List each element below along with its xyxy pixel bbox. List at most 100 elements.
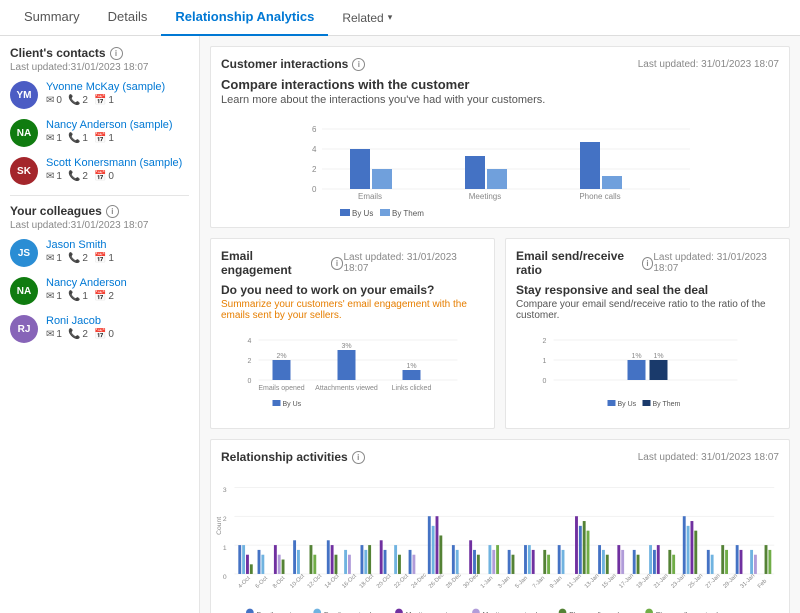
meeting-icon: 📅 — [94, 171, 106, 182]
svg-text:1-Jan: 1-Jan — [480, 575, 494, 589]
phone-icon: 📞 — [68, 253, 80, 264]
email-send-receive-subdesc: Compare your email send/receive ratio to… — [516, 299, 779, 321]
svg-text:0: 0 — [543, 378, 547, 385]
email-engagement-chart: 4 2 0 2% Emails opened 3% Attachments vi… — [221, 325, 484, 415]
relationship-activities-chart: 3 2 1 0 Count — [221, 470, 779, 613]
svg-text:14-Oct: 14-Oct — [324, 573, 341, 590]
customer-interactions-card: Customer interactions i Last updated: 31… — [210, 46, 790, 228]
email-icon: ✉ — [46, 329, 54, 340]
svg-text:13-Jan: 13-Jan — [584, 573, 601, 590]
svg-text:7-Jan: 7-Jan — [532, 575, 546, 589]
email-icon: ✉ — [46, 133, 54, 144]
svg-text:By Us: By Us — [283, 401, 302, 408]
svg-text:1%: 1% — [631, 353, 641, 360]
svg-text:Phone calls: Phone calls — [579, 192, 620, 201]
contact-name[interactable]: Nancy Anderson — [46, 277, 189, 289]
relationship-activities-info-icon[interactable]: i — [352, 451, 365, 464]
svg-text:24-Dec: 24-Dec — [411, 572, 428, 589]
avatar: RJ — [10, 315, 38, 343]
colleague-item: RJ Roni Jacob ✉1 📞2 📅0 — [10, 315, 189, 343]
customer-interactions-info-icon[interactable]: i — [352, 58, 365, 71]
svg-text:4: 4 — [312, 145, 317, 154]
top-nav: Summary Details Relationship Analytics R… — [0, 0, 800, 36]
email-engagement-card: Email engagement i Last updated: 31/01/2… — [210, 238, 495, 429]
svg-text:5-Jan: 5-Jan — [514, 575, 528, 589]
meeting-icon: 📅 — [94, 329, 106, 340]
svg-text:19-Jan: 19-Jan — [636, 573, 653, 590]
svg-text:23-Jan: 23-Jan — [670, 573, 687, 590]
svg-text:By Them: By Them — [653, 401, 681, 408]
contact-name[interactable]: Roni Jacob — [46, 315, 189, 327]
colleagues-info-icon[interactable]: i — [106, 205, 119, 218]
svg-text:26-Dec: 26-Dec — [428, 572, 445, 589]
svg-text:11-Jan: 11-Jan — [566, 573, 582, 589]
svg-text:2: 2 — [248, 358, 252, 365]
bottom-row: Email engagement i Last updated: 31/01/2… — [210, 238, 790, 429]
content-area: Customer interactions i Last updated: 31… — [200, 36, 800, 613]
email-engagement-subdesc: Summarize your customers' email engageme… — [221, 299, 484, 321]
relationship-activities-card: Relationship activities i Last updated: … — [210, 439, 790, 613]
phone-icon: 📞 — [68, 291, 80, 302]
svg-text:By Us: By Us — [618, 401, 637, 408]
avatar: JS — [10, 239, 38, 267]
svg-text:2: 2 — [543, 338, 547, 345]
email-send-receive-info-icon[interactable]: i — [642, 257, 654, 270]
svg-text:3%: 3% — [341, 343, 351, 350]
svg-text:25-Jan: 25-Jan — [688, 573, 705, 590]
contact-name[interactable]: Jason Smith — [46, 239, 189, 251]
contact-name[interactable]: Yvonne McKay (sample) — [46, 81, 189, 93]
svg-text:1: 1 — [543, 358, 547, 365]
email-engagement-info-icon[interactable]: i — [331, 257, 344, 270]
contact-name[interactable]: Nancy Anderson (sample) — [46, 119, 189, 131]
email-icon: ✉ — [46, 291, 54, 302]
colleague-item: NA Nancy Anderson ✉1 📞1 📅2 — [10, 277, 189, 305]
colleagues-last-updated: Last updated:31/01/2023 18:07 — [10, 220, 189, 231]
svg-text:By Us: By Us — [352, 209, 373, 218]
colleagues-section-title: Your colleagues i — [10, 204, 189, 218]
contact-item: NA Nancy Anderson (sample) ✉1 📞1 📅1 — [10, 119, 189, 147]
phone-icon: 📞 — [68, 95, 80, 106]
svg-text:29-Jan: 29-Jan — [722, 573, 739, 590]
email-send-receive-last-updated: Last updated: 31/01/2023 18:07 — [653, 252, 779, 274]
tab-relationship-analytics[interactable]: Relationship Analytics — [161, 0, 328, 36]
svg-text:17-Jan: 17-Jan — [618, 573, 635, 590]
svg-text:0: 0 — [312, 185, 317, 194]
email-icon: ✉ — [46, 171, 54, 182]
email-engagement-desc: Do you need to work on your emails? — [221, 283, 484, 297]
svg-text:0: 0 — [248, 378, 252, 385]
clients-last-updated: Last updated:31/01/2023 18:07 — [10, 62, 189, 73]
svg-text:8-Oct: 8-Oct — [272, 575, 286, 589]
clients-info-icon[interactable]: i — [110, 47, 123, 60]
svg-text:3-Jan: 3-Jan — [497, 575, 511, 589]
contact-item: SK Scott Konersmann (sample) ✉1 📞2 📅0 — [10, 157, 189, 185]
svg-text:Feb: Feb — [757, 579, 768, 590]
svg-text:31-Jan: 31-Jan — [740, 573, 757, 590]
customer-interactions-last-updated: Last updated: 31/01/2023 18:07 — [638, 59, 779, 70]
svg-text:3: 3 — [223, 487, 227, 494]
meeting-icon: 📅 — [94, 291, 106, 302]
phone-icon: 📞 — [68, 133, 80, 144]
svg-text:2: 2 — [223, 516, 227, 523]
tab-summary[interactable]: Summary — [10, 0, 94, 36]
tab-related[interactable]: Related ▾ — [328, 3, 406, 33]
svg-text:Count: Count — [216, 517, 223, 535]
svg-text:Meetings: Meetings — [469, 192, 501, 201]
contact-item: YM Yvonne McKay (sample) ✉0 📞2 📅1 — [10, 81, 189, 109]
colleague-item: JS Jason Smith ✉1 📞2 📅1 — [10, 239, 189, 267]
svg-text:18-Oct: 18-Oct — [359, 573, 376, 590]
clients-section-title: Client's contacts i — [10, 46, 189, 60]
sidebar: Client's contacts i Last updated:31/01/2… — [0, 36, 200, 613]
chart-title: Compare interactions with the customer — [221, 77, 779, 92]
svg-text:1%: 1% — [406, 363, 416, 370]
svg-text:22-Oct: 22-Oct — [393, 573, 410, 590]
phone-icon: 📞 — [68, 329, 80, 340]
svg-text:30-Dec: 30-Dec — [463, 572, 480, 589]
svg-text:By Them: By Them — [392, 209, 424, 218]
email-icon: ✉ — [46, 95, 54, 106]
svg-text:1%: 1% — [653, 353, 663, 360]
contact-name[interactable]: Scott Konersmann (sample) — [46, 157, 189, 169]
email-icon: ✉ — [46, 253, 54, 264]
tab-details[interactable]: Details — [94, 0, 162, 36]
email-send-receive-desc: Stay responsive and seal the deal — [516, 283, 779, 297]
avatar: NA — [10, 119, 38, 147]
